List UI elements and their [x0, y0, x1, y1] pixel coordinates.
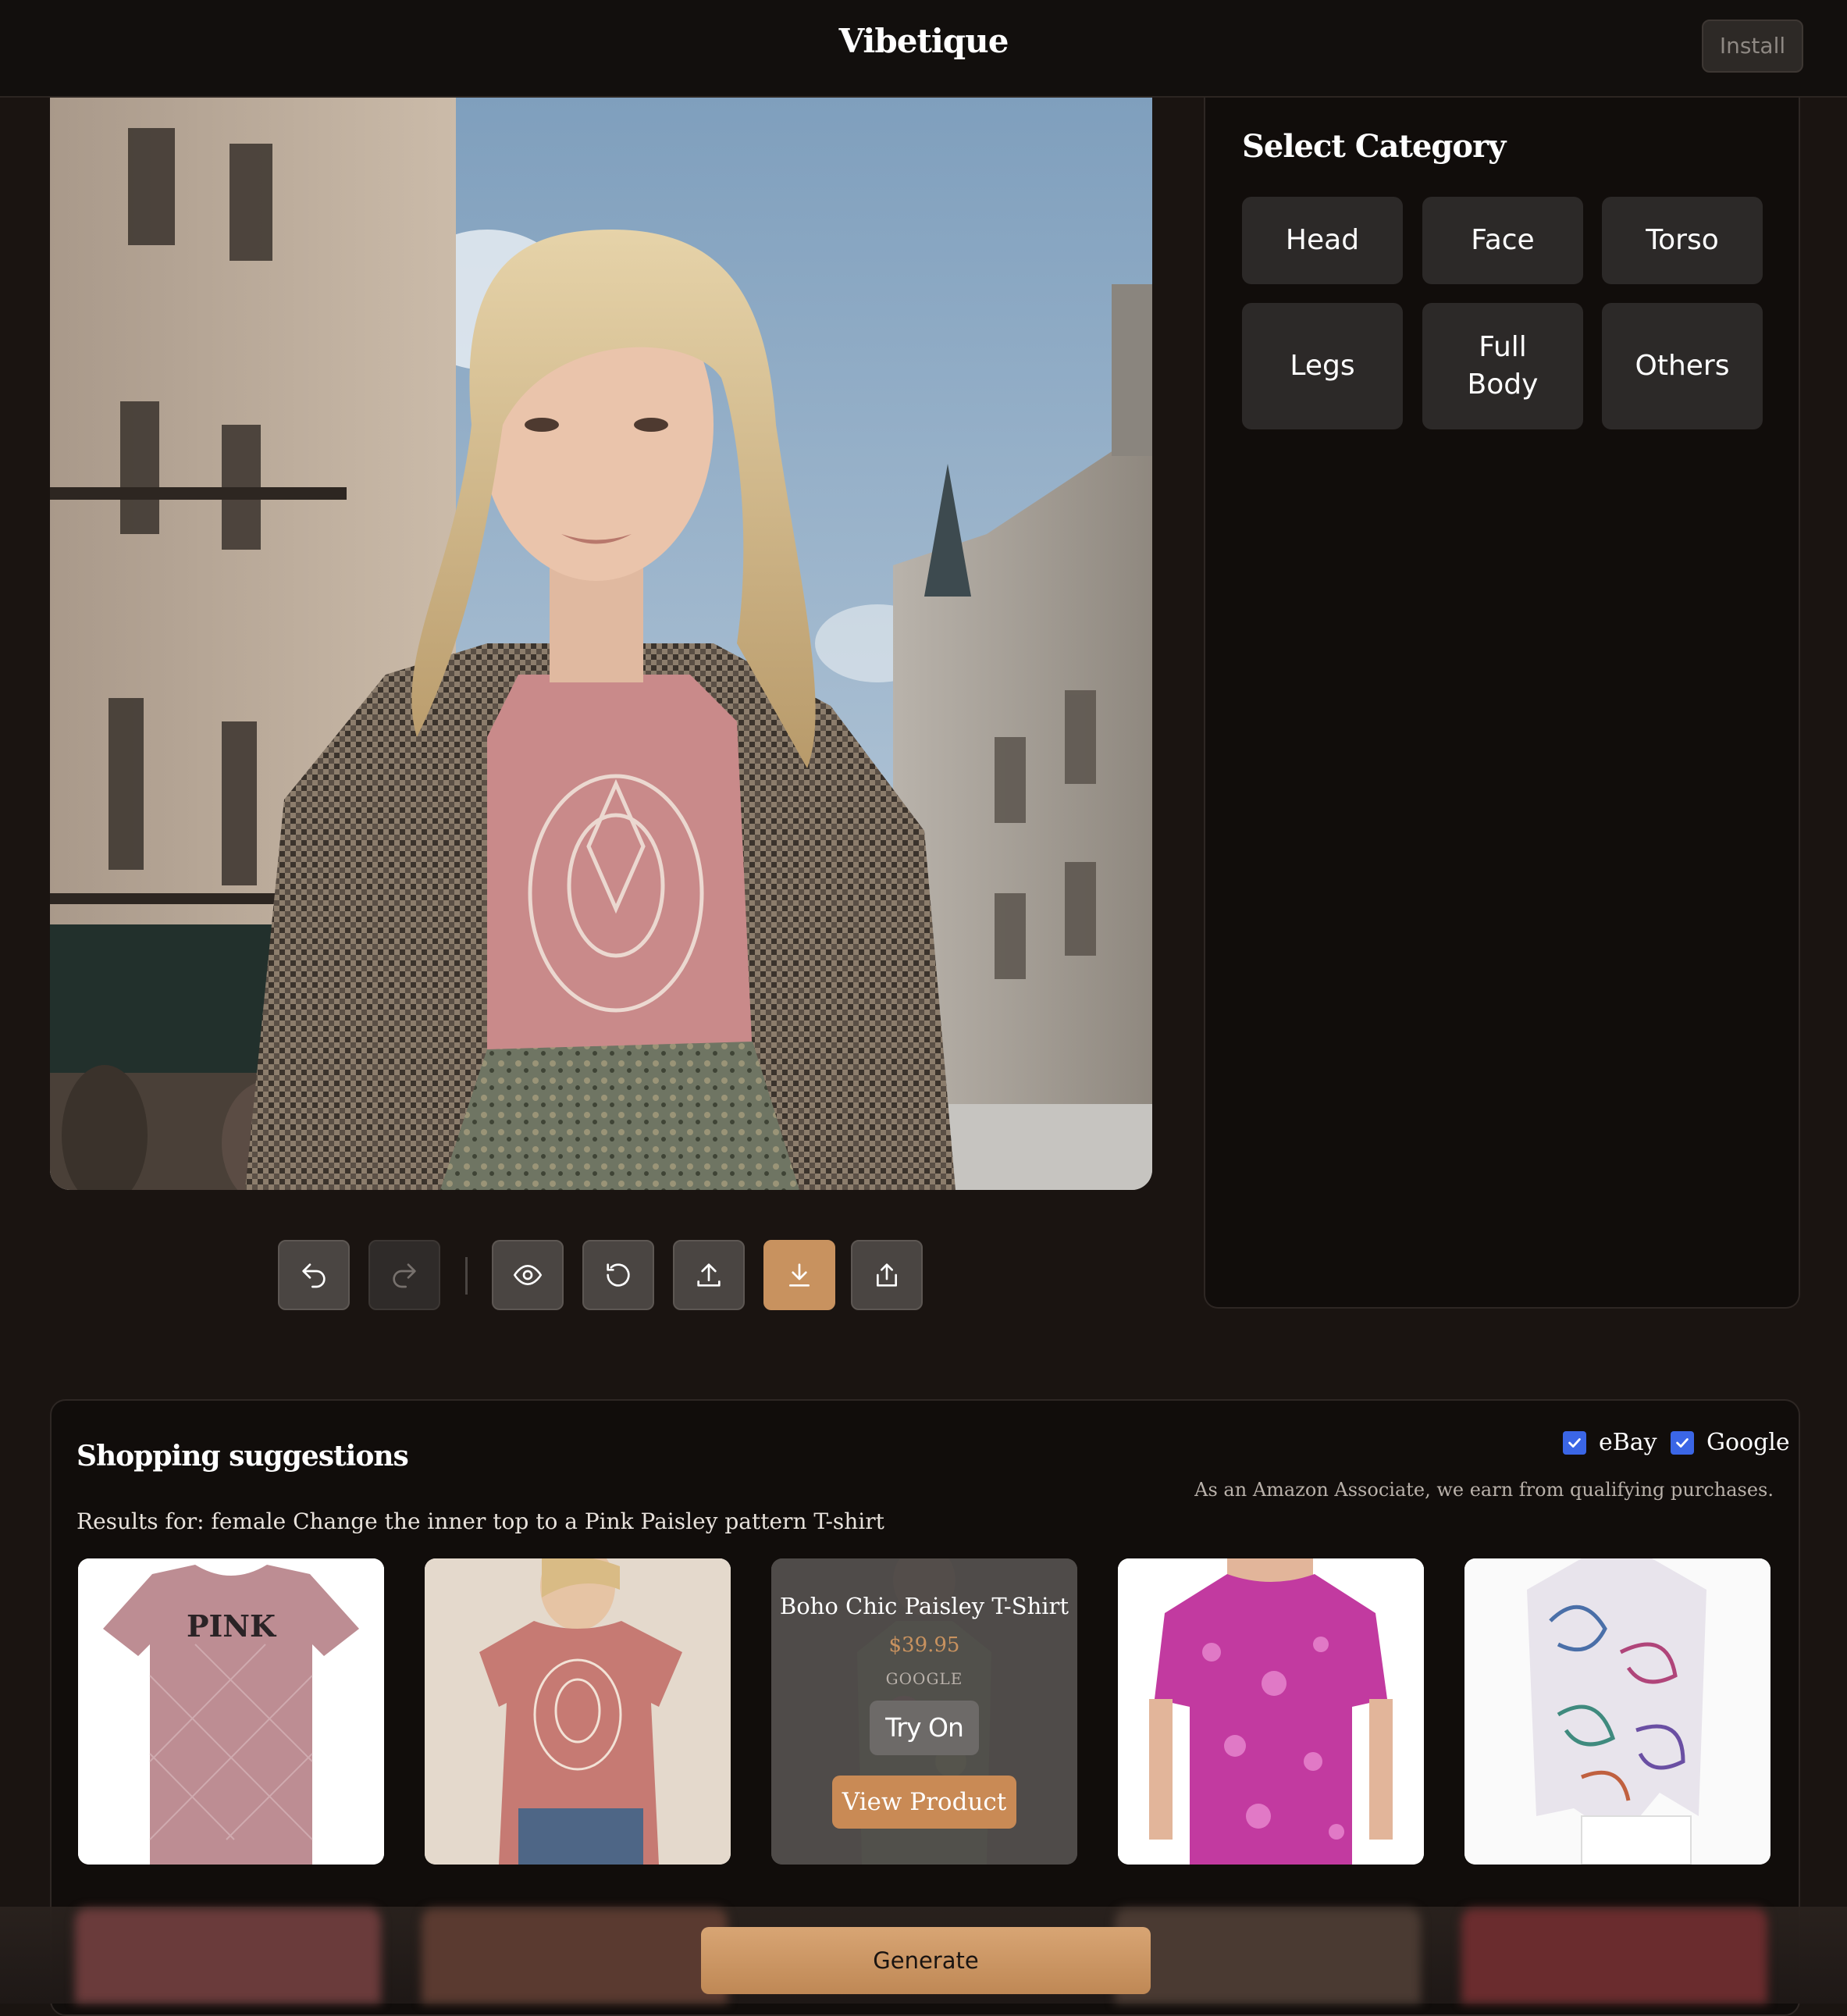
view-product-button[interactable]: View Product	[832, 1776, 1016, 1829]
product-card[interactable]	[425, 1558, 731, 1865]
category-others-button[interactable]: Others	[1602, 303, 1763, 429]
google-filter[interactable]: Google	[1671, 1429, 1790, 1456]
ebay-filter[interactable]: eBay	[1563, 1429, 1657, 1456]
reset-icon	[607, 1263, 630, 1287]
multicolor-paisley-blouse-image	[1464, 1558, 1770, 1865]
affiliate-disclaimer: As an Amazon Associate, we earn from qua…	[1194, 1479, 1774, 1501]
redo-icon	[393, 1263, 416, 1288]
next-row-product-preview	[422, 1908, 728, 2004]
ebay-checkbox[interactable]	[1563, 1430, 1586, 1455]
undo-button[interactable]	[278, 1240, 350, 1310]
generate-button[interactable]: Generate	[701, 1927, 1151, 1994]
ebay-label: eBay	[1599, 1429, 1657, 1456]
product-card[interactable]: PINK	[78, 1558, 384, 1865]
pink-tshirt-image: PINK	[78, 1558, 384, 1865]
main-photo	[50, 97, 1152, 1190]
check-icon	[1676, 1437, 1689, 1448]
product-price: $39.95	[888, 1633, 960, 1657]
category-torso-button[interactable]: Torso	[1602, 197, 1763, 284]
toolbar-divider	[465, 1257, 468, 1295]
share-button[interactable]	[851, 1240, 923, 1310]
category-title: Select Category	[1242, 128, 1506, 165]
product-title: Boho Chic Paisley T-Shirt	[779, 1593, 1069, 1619]
google-label: Google	[1706, 1429, 1790, 1456]
shopping-title: Shopping suggestions	[77, 1440, 409, 1473]
top-bar: Vibetique Install	[0, 0, 1847, 98]
undo-icon	[302, 1263, 326, 1288]
rose-mandala-tshirt-image	[425, 1558, 731, 1865]
check-icon	[1568, 1437, 1581, 1448]
download-button[interactable]	[763, 1240, 835, 1310]
category-panel: Select Category Head Face Torso Legs Ful…	[1204, 97, 1800, 1309]
category-full-body-button[interactable]: Full Body	[1422, 303, 1583, 429]
pink-print-text: PINK	[187, 1608, 277, 1644]
upload-button[interactable]	[673, 1240, 745, 1310]
next-row-product-preview	[1461, 1908, 1767, 2004]
redo-button[interactable]	[368, 1240, 440, 1310]
preview-button[interactable]	[492, 1240, 564, 1310]
results-query: Results for: female Change the inner top…	[77, 1508, 884, 1534]
product-card[interactable]	[1118, 1558, 1424, 1865]
category-legs-button[interactable]: Legs	[1242, 303, 1403, 429]
product-card[interactable]	[1464, 1558, 1770, 1865]
install-button[interactable]: Install	[1702, 20, 1803, 73]
product-card-boho-paisley[interactable]: Boho Chic Paisley T-Shirt $39.95 GOOGLE …	[771, 1558, 1077, 1865]
download-icon	[789, 1263, 810, 1287]
next-row-product-preview	[1115, 1908, 1421, 2004]
reset-button[interactable]	[582, 1240, 654, 1310]
category-face-button[interactable]: Face	[1422, 197, 1583, 284]
app-title: Vibetique	[838, 22, 1009, 60]
woman-in-houndstooth-blazer-image	[50, 97, 1152, 1190]
product-source: GOOGLE	[885, 1669, 963, 1688]
next-row-product-preview	[75, 1908, 381, 2004]
category-head-button[interactable]: Head	[1242, 197, 1403, 284]
upload-icon	[697, 1263, 721, 1287]
eye-icon	[513, 1264, 543, 1286]
magenta-paisley-top-image	[1118, 1558, 1424, 1865]
try-on-button[interactable]: Try On	[870, 1701, 979, 1755]
share-icon	[877, 1263, 897, 1287]
google-checkbox[interactable]	[1671, 1430, 1694, 1455]
